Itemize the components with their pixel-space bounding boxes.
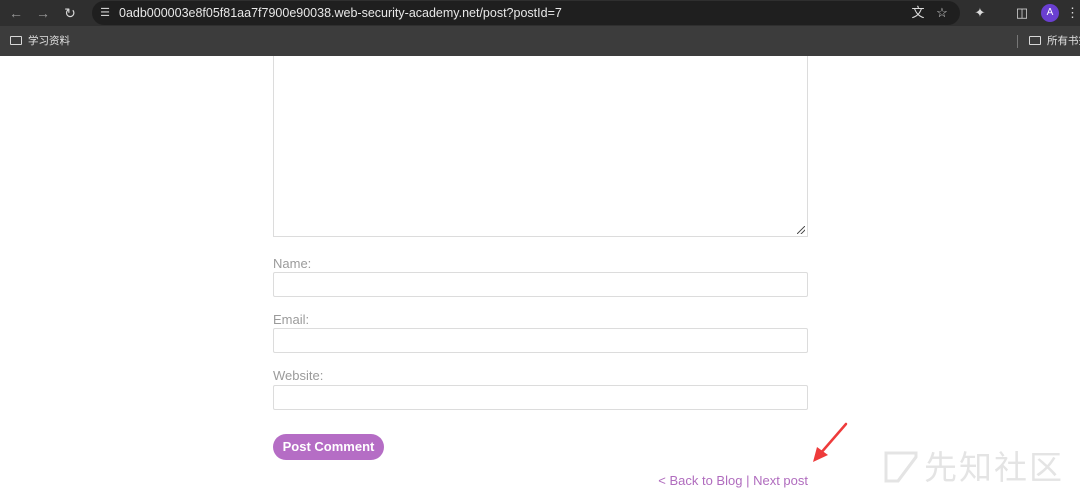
browser-chrome: ← → ↻ ☰ 0adb000003e8f05f81aa7f7900e90038…	[0, 0, 1080, 56]
website-label: Website:	[273, 368, 324, 383]
bookmark-folder-study[interactable]: 学习资料	[10, 33, 70, 49]
profile-avatar[interactable]: A	[1041, 4, 1059, 22]
bookmark-label: 所有书签	[1047, 35, 1080, 47]
post-navigation: < Back to Blog | Next post	[658, 473, 808, 489]
comment-textarea[interactable]	[273, 56, 808, 237]
browser-toolbar: ← → ↻ ☰ 0adb000003e8f05f81aa7f7900e90038…	[0, 0, 1080, 26]
reload-icon[interactable]: ↻	[60, 3, 80, 23]
forward-arrow-icon[interactable]: →	[33, 3, 53, 23]
folder-icon	[1029, 36, 1041, 45]
address-bar[interactable]: ☰ 0adb000003e8f05f81aa7f7900e90038.web-s…	[92, 1, 960, 25]
email-label: Email:	[273, 312, 310, 327]
side-panel-icon[interactable]: ◫	[1013, 4, 1031, 22]
resize-handle-icon[interactable]	[797, 226, 805, 234]
menu-dots-icon[interactable]: ⋮	[1066, 4, 1079, 22]
website-input[interactable]	[273, 385, 808, 410]
page-content: Name: Email: Website: Post Comment < Bac…	[0, 56, 1080, 492]
annotation-arrow-icon	[813, 422, 848, 462]
bookmark-star-icon[interactable]: ☆	[934, 5, 950, 21]
email-input[interactable]	[273, 328, 808, 353]
bookmarks-bar: 学习资料 所有书签	[0, 30, 1080, 52]
address-bar-url[interactable]: 0adb000003e8f05f81aa7f7900e90038.web-sec…	[119, 5, 562, 21]
folder-icon	[10, 36, 22, 45]
watermark: 先知社区	[884, 448, 1080, 488]
name-input[interactable]	[273, 272, 808, 297]
back-to-blog-link[interactable]: < Back to Blog	[658, 473, 742, 488]
bookmark-folder-all[interactable]: 所有书签	[1029, 33, 1080, 49]
site-info-icon[interactable]: ☰	[98, 6, 112, 20]
translate-icon[interactable]: 文	[910, 5, 926, 21]
next-post-link[interactable]: Next post	[753, 473, 808, 488]
nav-separator: |	[746, 473, 750, 488]
watermark-logo-icon	[884, 451, 918, 483]
bookmark-label: 学习资料	[28, 35, 70, 47]
watermark-text: 先知社区	[924, 449, 1064, 486]
back-arrow-icon[interactable]: ←	[6, 3, 26, 23]
post-comment-button[interactable]: Post Comment	[273, 434, 384, 460]
name-label: Name:	[273, 256, 312, 271]
extensions-icon[interactable]: ✦	[971, 4, 989, 22]
bookmarks-separator	[1017, 35, 1018, 48]
